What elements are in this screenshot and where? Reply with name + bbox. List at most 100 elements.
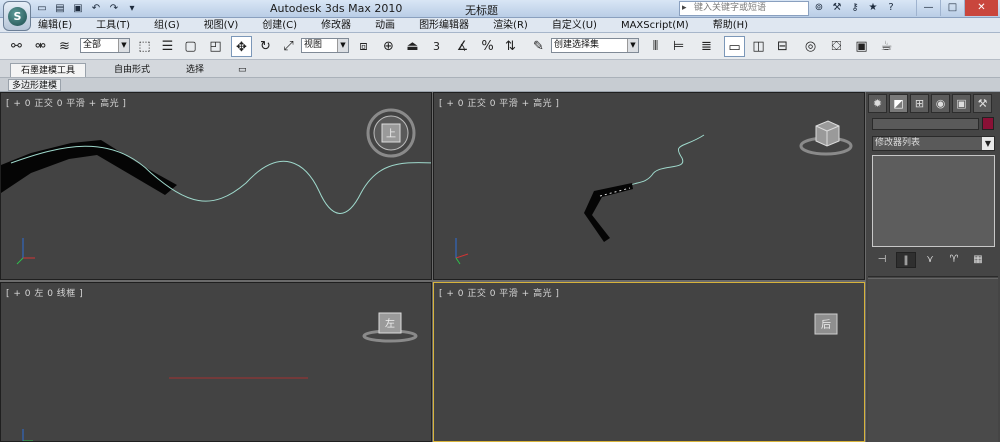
mirror-icon[interactable]: ⫴ [645, 36, 666, 57]
tab-selection[interactable]: 选择 [176, 63, 214, 77]
angle-snap-icon[interactable]: ∡ [452, 36, 473, 57]
hierarchy-icon[interactable]: ⊞ [910, 94, 929, 113]
viewport-top-right[interactable]: [ + 0 正交 0 平滑 + 高光 ] [433, 92, 865, 280]
maximize-button[interactable]: □ [940, 0, 964, 16]
new-file-icon[interactable]: ▭ [34, 2, 50, 15]
modifier-list-dropdown[interactable]: 修改器列表 ▼ [872, 136, 995, 151]
schematic-view-icon[interactable]: ⊟ [772, 36, 793, 57]
command-panel-tabs: ✹ ◩ ⊞ ◉ ▣ ⚒ [868, 94, 998, 114]
snap-toggle-value[interactable]: 3 [433, 40, 440, 53]
bind-spacewarp-icon[interactable]: ≋ [54, 36, 75, 57]
menu-edit[interactable]: 编辑(E) [38, 18, 72, 32]
wrench-icon[interactable]: ⚒ [830, 1, 844, 15]
file-name: 无标题 [465, 4, 498, 17]
window-crossing-icon[interactable]: ◰ [205, 36, 226, 57]
select-rotate-icon[interactable]: ↻ [255, 36, 276, 57]
motion-icon[interactable]: ◉ [931, 94, 950, 113]
menu-customize[interactable]: 自定义(U) [552, 18, 597, 32]
select-manipulate-icon[interactable]: ⊕ [378, 36, 399, 57]
viewport-top-left[interactable]: [ + 0 正交 0 平滑 + 高光 ] 上 [0, 92, 432, 280]
key-icon[interactable]: ⚷ [848, 1, 862, 15]
axis-tripod [16, 238, 35, 265]
app-logo-button[interactable]: S [3, 1, 31, 31]
unlink-icon[interactable]: ⚮ [30, 36, 51, 57]
named-selection-dropdown[interactable]: 创建选择集 ▼ [551, 38, 639, 53]
reference-coord-dropdown[interactable]: 视图 ▼ [301, 38, 349, 53]
app-logo-icon: S [8, 7, 27, 26]
keyboard-shortcut-icon[interactable]: ⏏ [402, 36, 423, 57]
search-icon: ▸ [682, 3, 687, 13]
tab-freeform[interactable]: 自由形式 [104, 63, 160, 77]
menu-tools[interactable]: 工具(T) [96, 18, 130, 32]
edit-named-selection-icon[interactable]: ✎ [528, 36, 549, 57]
menu-group[interactable]: 组(G) [154, 18, 180, 32]
utilities-icon[interactable]: ⚒ [973, 94, 992, 113]
app-title: Autodesk 3ds Max 2010 [270, 2, 403, 15]
axis-tripod [455, 238, 469, 265]
viewport-bottom-left-canvas: 左 [22, 312, 418, 441]
axis-tripod [22, 429, 33, 441]
search-input[interactable]: ▸ 键入关键字或短语 [679, 1, 809, 16]
select-move-icon[interactable]: ✥ [231, 36, 252, 57]
menu-maxscript[interactable]: MAXScript(M) [621, 18, 689, 32]
viewport-bottom-right[interactable]: [ + 0 正交 0 平滑 + 高光 ] 后 [433, 282, 865, 442]
select-by-name-icon[interactable]: ☰ [157, 36, 178, 57]
menu-modifiers[interactable]: 修改器 [321, 18, 351, 32]
display-icon[interactable]: ▣ [952, 94, 971, 113]
binoculars-icon[interactable]: ⊚ [812, 1, 826, 15]
link-icon[interactable]: ⚯ [6, 36, 27, 57]
menu-rendering[interactable]: 渲染(R) [493, 18, 528, 32]
viewcube-label: 左 [385, 317, 395, 330]
ribbon-minimize-icon[interactable]: ▭ [228, 63, 257, 77]
viewport-bottom-right-canvas: 后 [814, 313, 838, 335]
rendered-frame-icon[interactable]: ▣ [851, 36, 872, 57]
select-scale-icon[interactable]: ⤢ [278, 36, 299, 57]
viewcube-label: 后 [821, 319, 831, 331]
show-end-result-icon[interactable]: ‖ [896, 252, 916, 268]
tab-graphite-modeling[interactable]: 石墨建模工具 [10, 63, 87, 77]
menu-help[interactable]: 帮助(H) [713, 18, 748, 32]
menu-animation[interactable]: 动画 [375, 18, 395, 32]
spinner-snap-icon[interactable]: ⇅ [500, 36, 521, 57]
modifier-stack[interactable] [872, 155, 995, 247]
more-icon[interactable]: ▾ [124, 2, 140, 15]
help-icon[interactable]: ? [884, 1, 898, 15]
render-setup-icon[interactable]: ⛋ [826, 36, 847, 57]
black-ribbon-shape [1, 140, 177, 195]
subtab-polygon-modeling[interactable]: 多边形建模 [8, 79, 62, 91]
menu-create[interactable]: 创建(C) [262, 18, 297, 32]
percent-snap-icon[interactable]: % [477, 36, 498, 57]
graphite-toggle-icon[interactable]: ▭ [724, 36, 745, 57]
viewport-bottom-left[interactable]: [ + 0 左 0 线框 ] 左 [0, 282, 432, 442]
undo-icon[interactable]: ↶ [88, 2, 104, 15]
create-icon[interactable]: ✹ [868, 94, 887, 113]
open-file-icon[interactable]: ▤ [52, 2, 68, 15]
material-editor-icon[interactable]: ◎ [800, 36, 821, 57]
pivot-center-icon[interactable]: ⧈ [353, 36, 374, 57]
object-color-swatch[interactable] [982, 117, 994, 130]
save-icon[interactable]: ▣ [70, 2, 86, 15]
stack-tools: ⊣ ‖ ⋎ ♈ ▦ [872, 252, 998, 270]
configure-modifier-sets-icon[interactable]: ▦ [968, 252, 988, 268]
remove-modifier-icon[interactable]: ♈ [944, 252, 964, 268]
redo-icon[interactable]: ↷ [106, 2, 122, 15]
close-button[interactable]: ✕ [964, 0, 998, 16]
menu-graph-editors[interactable]: 图形编辑器 [419, 18, 469, 32]
make-unique-icon[interactable]: ⋎ [920, 252, 940, 268]
star-icon[interactable]: ★ [866, 1, 880, 15]
minimize-button[interactable]: — [916, 0, 940, 16]
viewcube-perspective [799, 120, 853, 156]
align-icon[interactable]: ⊨ [668, 36, 689, 57]
object-name-field[interactable] [872, 118, 979, 130]
spline-curve [601, 134, 705, 196]
selection-filter-dropdown[interactable]: 全部 ▼ [80, 38, 130, 53]
rectangular-selection-icon[interactable]: ▢ [180, 36, 201, 57]
curve-editor-icon[interactable]: ◫ [748, 36, 769, 57]
chevron-down-icon: ▼ [118, 39, 129, 52]
render-production-icon[interactable]: ☕ [876, 36, 897, 57]
pin-stack-icon[interactable]: ⊣ [872, 252, 892, 268]
modify-icon[interactable]: ◩ [889, 94, 908, 113]
select-object-icon[interactable]: ⬚ [134, 36, 155, 57]
layer-manager-icon[interactable]: ≣ [696, 36, 717, 57]
menu-views[interactable]: 视图(V) [204, 18, 239, 32]
